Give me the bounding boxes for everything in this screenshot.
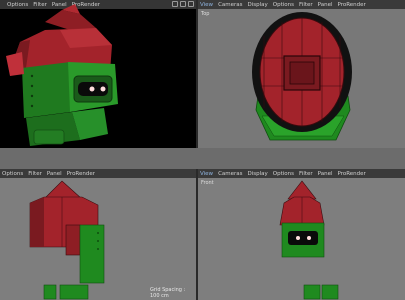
menu-panel[interactable]: Panel [318,2,333,8]
robot-top-render [252,12,352,141]
right-menubar: Options Filter Panel ProRender [0,169,196,178]
menu-display[interactable]: Display [248,2,268,8]
menu-cameras[interactable]: Cameras [218,171,242,177]
menu-panel[interactable]: Panel [47,171,62,177]
menu-panel[interactable]: Panel [318,171,333,177]
viewport-label: Front [201,180,214,186]
menu-view[interactable]: View [200,171,213,177]
robot-side-render [29,180,105,300]
menu-filter[interactable]: Filter [299,171,313,177]
perspective-viewport[interactable]: Options Filter Panel ProRender [0,0,196,148]
menu-display[interactable]: Display [248,171,268,177]
robot-perspective-render [6,4,118,146]
menu-options[interactable]: Options [273,171,294,177]
menu-filter[interactable]: Filter [299,2,313,8]
menu-cameras[interactable]: Cameras [218,2,242,8]
menu-options[interactable]: Options [273,2,294,8]
grid-spacing-label: Grid Spacing : 100 cm [150,287,186,299]
menu-prorender[interactable]: ProRender [67,171,95,177]
robot-front-render [279,180,339,300]
menu-filter[interactable]: Filter [28,171,42,177]
menu-options[interactable]: Options [2,171,23,177]
menu-prorender[interactable]: ProRender [338,171,366,177]
horizontal-divider[interactable] [0,148,405,169]
front-menubar: View Cameras Display Options Filter Pane… [198,169,405,178]
top-menubar: View Cameras Display Options Filter Pane… [198,0,405,9]
front-viewport[interactable]: View Cameras Display Options Filter Pane… [198,169,405,300]
menu-prorender[interactable]: ProRender [338,2,366,8]
viewport-label: Top [201,11,210,17]
menu-view[interactable]: View [200,2,213,8]
top-viewport[interactable]: View Cameras Display Options Filter Pane… [198,0,405,148]
right-viewport[interactable]: Options Filter Panel ProRender Grid Spac… [0,169,196,300]
